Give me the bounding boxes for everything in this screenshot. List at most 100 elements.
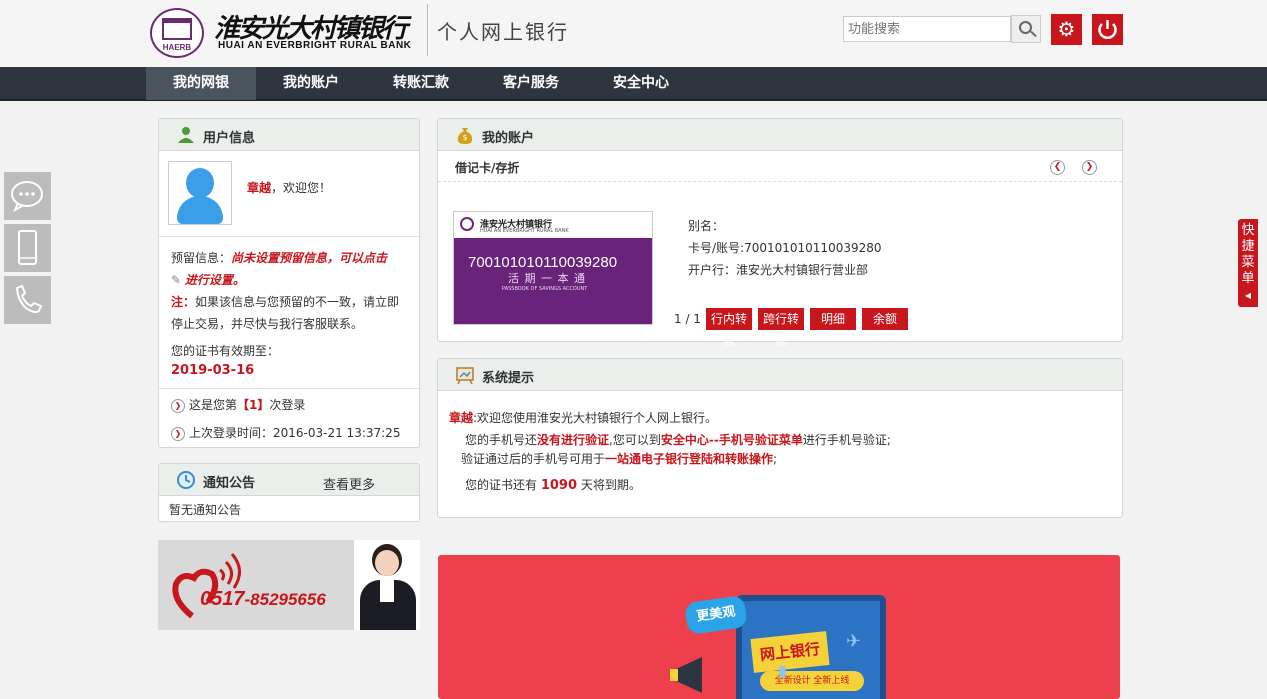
login-count-value: 【1】 [237,398,270,412]
pencil-icon: ✎ [171,273,182,287]
next-card-button[interactable]: ❯ [1082,160,1097,175]
security-center-link[interactable]: 安全中心--手机号验证菜单 [661,433,803,447]
line2-post: 进行手机号验证; [802,433,891,447]
hotline-number: 0517-85295656 [200,588,326,611]
system-tips-header: 系统提示 [438,359,1122,391]
chat-button[interactable] [4,172,51,220]
welcome-text: ，欢迎您！ [271,181,332,195]
logo-seal-text: HAERB [162,43,192,52]
quick-menu-tab[interactable]: 快捷菜单 ◀ [1238,219,1258,307]
nav-my-account[interactable]: 我的账户 [256,67,366,100]
intra-bank-transfer-button[interactable]: 行内转账 [706,308,752,348]
promo-banner[interactable]: 更美观 网上银行 全新设计 全新上线 ✈ ▮ [438,555,1120,699]
reserved-setup-link[interactable]: 进行设置。 [185,273,245,287]
mobile-phone-icon [18,230,37,265]
line2-pre: 您的手机号还 [465,433,538,447]
bank-logo-english: HUAI AN EVERBRIGHT RURAL BANK [218,40,412,51]
quick-menu-label: 快捷菜单 [1241,223,1255,286]
line4-post: 天将到期。 [580,478,641,492]
chevron-right-icon: ❯ [171,426,185,441]
welcome-line: 章越，欢迎您！ [247,179,331,196]
side-contact-bar [4,172,51,328]
hotline-prefix: 0517 [200,588,245,610]
clock-icon [177,471,195,489]
login-count-pre: 这是您第 [189,398,238,412]
card-image: 淮安光大村镇银行 HUAI AN EVERBRIGHT RURAL BANK 7… [453,211,653,325]
cert-label: 您的证书有效期至： [171,344,280,358]
cert-date: 2019-03-16 [171,363,255,378]
card-passbook: PASSBOOK OF SAVINGS ACCOUNT [502,286,588,292]
card-number: 卡号/账号:700101010110039280 [688,241,882,255]
line3-pre: 验证通过后的手机号可用于 [461,452,606,466]
notice-header: 通知公告 查看更多 [159,464,419,496]
nav-transfer[interactable]: 转账汇款 [366,67,476,100]
card-branch: 开户行：淮安光大村镇银行营业部 [688,263,869,277]
login-count-post: 次登录 [269,398,306,412]
prev-card-button[interactable]: ❮ [1050,160,1065,175]
gear-icon: ⚙ [1057,17,1076,41]
logo-divider [427,4,428,56]
avatar [168,161,232,225]
chat-icon [11,181,43,213]
promo-sub: 全新设计 全新上线 [760,671,864,691]
chevron-right-icon: ❯ [171,398,185,413]
user-info-title: 用户信息 [203,131,256,146]
balance-button[interactable]: 余额 [862,308,908,330]
line2-mid: ,您可以到 [609,433,661,447]
system-line-1: 章越:欢迎您使用淮安光大村镇银行个人网上银行。 [449,409,717,426]
svg-text:$: $ [462,133,467,142]
line4-pre: 您的证书还有 [465,478,538,492]
nav-security-center[interactable]: 安全中心 [586,67,696,100]
bank-logo-seal: HAERB [150,8,204,58]
logout-button[interactable] [1092,14,1123,45]
megaphone-icon [670,657,702,693]
main-nav: 我的网银 我的账户 转账汇款 客户服务 安全中心 [0,67,1267,101]
user-info-header: 用户信息 [159,119,419,151]
hotline-button[interactable] [4,276,51,324]
logo-building-icon [162,18,192,40]
line2-red1: 没有进行验证 [537,433,610,447]
hotline-banner[interactable]: 0517-85295656 [158,540,420,630]
tab-debit-card[interactable]: 借记卡/存折 [455,159,519,176]
login-count: ❯ 这是您第【1】次登录 [171,396,305,413]
system-line-1-text: :欢迎您使用淮安光大村镇银行个人网上银行。 [473,411,718,425]
search-button[interactable] [1011,15,1041,43]
note-label: 注： [171,295,196,309]
caret-left-icon: ◀ [1244,291,1252,300]
notice-more-link[interactable]: 查看更多 [323,474,375,493]
airplane-icon: ✈ [846,631,862,652]
cert-days-left: 1090 [540,478,578,493]
header: HAERB 淮安光大村镇银行 HUAI AN EVERBRIGHT RURAL … [0,0,1267,67]
mobile-button[interactable] [4,224,51,272]
last-login-text: 上次登录时间：2016-03-21 13:37:25 [189,426,401,440]
settings-button[interactable]: ⚙ [1051,14,1082,45]
line3-red: 一站通电子银行登陆和转账操作 [605,452,774,466]
notice-title: 通知公告 [203,476,256,491]
card-details: 别名： 卡号/账号:700101010110039280 开户行：淮安光大村镇银… [688,215,882,281]
chevron-left-icon: ❮ [1053,162,1062,172]
details-button[interactable]: 明细 [810,308,856,330]
line3-post: ; [773,452,778,466]
user-name: 章越 [247,181,272,195]
system-line-4: 您的证书还有 1090 天将到期。 [465,476,641,493]
note-text: 如果该信息与您预留的不一致，请立即停止交易，并尽快与我行客服联系。 [171,295,400,331]
card-bank-en: HUAI AN EVERBRIGHT RURAL BANK [480,228,569,234]
notice-board-icon [456,367,474,385]
my-account-title: 我的账户 [482,131,535,146]
service-agent-image [354,540,420,630]
reserved-info: 预留信息：尚未设置预留信息，可以点击 ✎ 进行设置。 [171,247,411,291]
system-line-3: 验证通过后的手机号可用于一站通电子银行登陆和转账操作; [461,450,777,467]
last-login: ❯ 上次登录时间：2016-03-21 13:37:25 [171,424,400,441]
search-input[interactable] [843,16,1011,42]
my-account-header: $ 我的账户 [438,119,1122,151]
card-number-overlay: 700101010110039280 [468,254,618,271]
notice-panel: 通知公告 查看更多 暂无通知公告 [158,463,420,522]
system-tips-title: 系统提示 [482,371,535,386]
hotline-rest: -85295656 [244,590,326,609]
system-tips-panel: 系统提示 章越:欢迎您使用淮安光大村镇银行个人网上银行。 您的手机号还没有进行验… [437,358,1123,518]
inter-bank-transfer-button[interactable]: 跨行转账 [758,308,804,348]
nav-customer-service[interactable]: 客户服务 [476,67,586,100]
chart-icon: ▮ [778,661,787,680]
nav-my-ebank[interactable]: 我的网银 [146,67,256,100]
reserved-label: 预留信息： [171,251,232,265]
